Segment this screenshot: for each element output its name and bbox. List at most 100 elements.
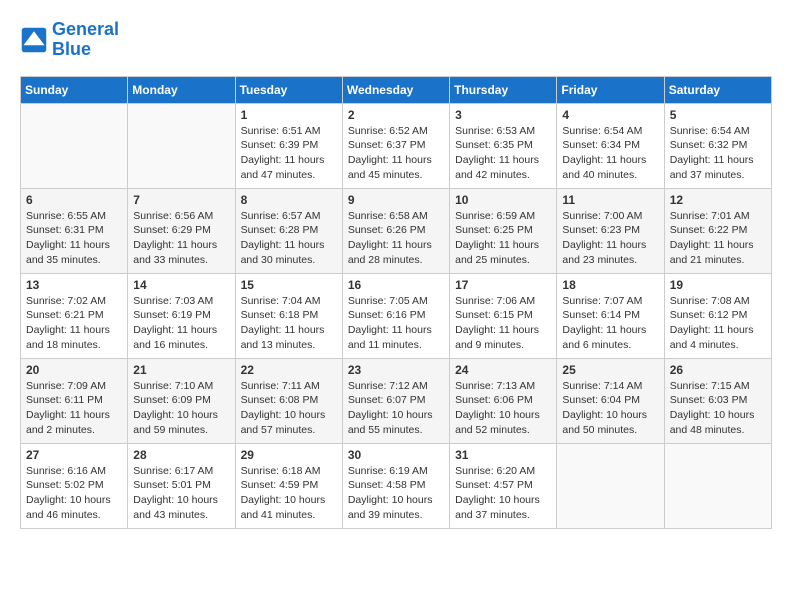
day-info: Sunrise: 7:09 AM Sunset: 6:11 PM Dayligh…: [26, 379, 122, 438]
calendar-cell: [664, 443, 771, 528]
day-info: Sunrise: 7:11 AM Sunset: 6:08 PM Dayligh…: [241, 379, 337, 438]
weekday-header-tuesday: Tuesday: [235, 76, 342, 103]
calendar-cell: 13 Sunrise: 7:02 AM Sunset: 6:21 PM Dayli…: [21, 273, 128, 358]
day-info: Sunrise: 7:02 AM Sunset: 6:21 PM Dayligh…: [26, 294, 122, 353]
day-info: Sunrise: 6:57 AM Sunset: 6:28 PM Dayligh…: [241, 209, 337, 268]
calendar-cell: 4Sunrise: 6:54 AM Sunset: 6:34 PM Daylig…: [557, 103, 664, 188]
day-info: Sunrise: 6:17 AM Sunset: 5:01 PM Dayligh…: [133, 464, 229, 523]
calendar-cell: 1Sunrise: 6:51 AM Sunset: 6:39 PM Daylig…: [235, 103, 342, 188]
calendar-cell: 2Sunrise: 6:52 AM Sunset: 6:37 PM Daylig…: [342, 103, 449, 188]
logo-icon: [20, 26, 48, 54]
page-header: General Blue: [20, 20, 772, 60]
day-info: Sunrise: 6:53 AM Sunset: 6:35 PM Dayligh…: [455, 124, 551, 183]
day-info: Sunrise: 7:05 AM Sunset: 6:16 PM Dayligh…: [348, 294, 444, 353]
day-number: 7: [133, 193, 229, 207]
day-number: 21: [133, 363, 229, 377]
day-info: Sunrise: 7:03 AM Sunset: 6:19 PM Dayligh…: [133, 294, 229, 353]
day-number: 8: [241, 193, 337, 207]
calendar-cell: 24Sunrise: 7:13 AM Sunset: 6:06 PM Dayli…: [450, 358, 557, 443]
day-number: 22: [241, 363, 337, 377]
calendar-cell: 7 Sunrise: 6:56 AM Sunset: 6:29 PM Daylig…: [128, 188, 235, 273]
calendar-cell: [128, 103, 235, 188]
day-number: 4: [562, 108, 658, 122]
calendar-cell: 8 Sunrise: 6:57 AM Sunset: 6:28 PM Daylig…: [235, 188, 342, 273]
day-number: 30: [348, 448, 444, 462]
calendar-cell: 20Sunrise: 7:09 AM Sunset: 6:11 PM Dayli…: [21, 358, 128, 443]
calendar-cell: 18 Sunrise: 7:07 AM Sunset: 6:14 PM Dayli…: [557, 273, 664, 358]
day-number: 28: [133, 448, 229, 462]
day-info: Sunrise: 6:56 AM Sunset: 6:29 PM Dayligh…: [133, 209, 229, 268]
day-number: 6: [26, 193, 122, 207]
day-info: Sunrise: 7:14 AM Sunset: 6:04 PM Dayligh…: [562, 379, 658, 438]
calendar-cell: 15 Sunrise: 7:04 AM Sunset: 6:18 PM Dayli…: [235, 273, 342, 358]
calendar-cell: 3 Sunrise: 6:53 AM Sunset: 6:35 PM Daylig…: [450, 103, 557, 188]
day-info: Sunrise: 7:08 AM Sunset: 6:12 PM Dayligh…: [670, 294, 766, 353]
day-info: Sunrise: 7:04 AM Sunset: 6:18 PM Dayligh…: [241, 294, 337, 353]
logo: General Blue: [20, 20, 119, 60]
calendar-cell: 5Sunrise: 6:54 AM Sunset: 6:32 PM Daylig…: [664, 103, 771, 188]
day-number: 14: [133, 278, 229, 292]
week-row-5: 27Sunrise: 6:16 AM Sunset: 5:02 PM Dayli…: [21, 443, 772, 528]
weekday-header-friday: Friday: [557, 76, 664, 103]
day-info: Sunrise: 7:15 AM Sunset: 6:03 PM Dayligh…: [670, 379, 766, 438]
day-info: Sunrise: 7:00 AM Sunset: 6:23 PM Dayligh…: [562, 209, 658, 268]
day-number: 31: [455, 448, 551, 462]
day-number: 25: [562, 363, 658, 377]
calendar-cell: 14 Sunrise: 7:03 AM Sunset: 6:19 PM Dayli…: [128, 273, 235, 358]
day-number: 3: [455, 108, 551, 122]
day-info: Sunrise: 6:55 AM Sunset: 6:31 PM Dayligh…: [26, 209, 122, 268]
day-number: 23: [348, 363, 444, 377]
calendar-cell: 25 Sunrise: 7:14 AM Sunset: 6:04 PM Dayli…: [557, 358, 664, 443]
day-info: Sunrise: 6:18 AM Sunset: 4:59 PM Dayligh…: [241, 464, 337, 523]
calendar-cell: 22 Sunrise: 7:11 AM Sunset: 6:08 PM Dayli…: [235, 358, 342, 443]
day-info: Sunrise: 7:12 AM Sunset: 6:07 PM Dayligh…: [348, 379, 444, 438]
day-number: 29: [241, 448, 337, 462]
day-number: 18: [562, 278, 658, 292]
day-info: Sunrise: 6:58 AM Sunset: 6:26 PM Dayligh…: [348, 209, 444, 268]
calendar-cell: [21, 103, 128, 188]
day-number: 19: [670, 278, 766, 292]
day-number: 15: [241, 278, 337, 292]
weekday-header-monday: Monday: [128, 76, 235, 103]
week-row-2: 6 Sunrise: 6:55 AM Sunset: 6:31 PM Daylig…: [21, 188, 772, 273]
day-info: Sunrise: 6:52 AM Sunset: 6:37 PM Dayligh…: [348, 124, 444, 183]
calendar-cell: 11Sunrise: 7:00 AM Sunset: 6:23 PM Dayli…: [557, 188, 664, 273]
week-row-1: 1Sunrise: 6:51 AM Sunset: 6:39 PM Daylig…: [21, 103, 772, 188]
day-info: Sunrise: 6:59 AM Sunset: 6:25 PM Dayligh…: [455, 209, 551, 268]
weekday-header-saturday: Saturday: [664, 76, 771, 103]
day-info: Sunrise: 6:16 AM Sunset: 5:02 PM Dayligh…: [26, 464, 122, 523]
day-info: Sunrise: 7:07 AM Sunset: 6:14 PM Dayligh…: [562, 294, 658, 353]
day-info: Sunrise: 6:19 AM Sunset: 4:58 PM Dayligh…: [348, 464, 444, 523]
calendar-cell: [557, 443, 664, 528]
calendar-cell: 26Sunrise: 7:15 AM Sunset: 6:03 PM Dayli…: [664, 358, 771, 443]
week-row-3: 13 Sunrise: 7:02 AM Sunset: 6:21 PM Dayli…: [21, 273, 772, 358]
calendar-table: SundayMondayTuesdayWednesdayThursdayFrid…: [20, 76, 772, 529]
day-info: Sunrise: 6:54 AM Sunset: 6:32 PM Dayligh…: [670, 124, 766, 183]
weekday-header-sunday: Sunday: [21, 76, 128, 103]
day-info: Sunrise: 7:10 AM Sunset: 6:09 PM Dayligh…: [133, 379, 229, 438]
day-number: 10: [455, 193, 551, 207]
day-number: 13: [26, 278, 122, 292]
weekday-header-wednesday: Wednesday: [342, 76, 449, 103]
day-number: 12: [670, 193, 766, 207]
week-row-4: 20Sunrise: 7:09 AM Sunset: 6:11 PM Dayli…: [21, 358, 772, 443]
calendar-cell: 12Sunrise: 7:01 AM Sunset: 6:22 PM Dayli…: [664, 188, 771, 273]
day-info: Sunrise: 6:51 AM Sunset: 6:39 PM Dayligh…: [241, 124, 337, 183]
calendar-cell: 19 Sunrise: 7:08 AM Sunset: 6:12 PM Dayli…: [664, 273, 771, 358]
calendar-cell: 30 Sunrise: 6:19 AM Sunset: 4:58 PM Dayli…: [342, 443, 449, 528]
weekday-header-row: SundayMondayTuesdayWednesdayThursdayFrid…: [21, 76, 772, 103]
calendar-cell: 27Sunrise: 6:16 AM Sunset: 5:02 PM Dayli…: [21, 443, 128, 528]
calendar-cell: 23 Sunrise: 7:12 AM Sunset: 6:07 PM Dayli…: [342, 358, 449, 443]
day-number: 16: [348, 278, 444, 292]
calendar-cell: 6 Sunrise: 6:55 AM Sunset: 6:31 PM Daylig…: [21, 188, 128, 273]
day-info: Sunrise: 6:20 AM Sunset: 4:57 PM Dayligh…: [455, 464, 551, 523]
day-number: 9: [348, 193, 444, 207]
calendar-cell: 31 Sunrise: 6:20 AM Sunset: 4:57 PM Dayli…: [450, 443, 557, 528]
calendar-cell: 29 Sunrise: 6:18 AM Sunset: 4:59 PM Dayli…: [235, 443, 342, 528]
day-number: 17: [455, 278, 551, 292]
day-info: Sunrise: 7:13 AM Sunset: 6:06 PM Dayligh…: [455, 379, 551, 438]
weekday-header-thursday: Thursday: [450, 76, 557, 103]
logo-text: General Blue: [52, 20, 119, 60]
calendar-cell: 16 Sunrise: 7:05 AM Sunset: 6:16 PM Dayli…: [342, 273, 449, 358]
calendar-cell: 10 Sunrise: 6:59 AM Sunset: 6:25 PM Dayli…: [450, 188, 557, 273]
